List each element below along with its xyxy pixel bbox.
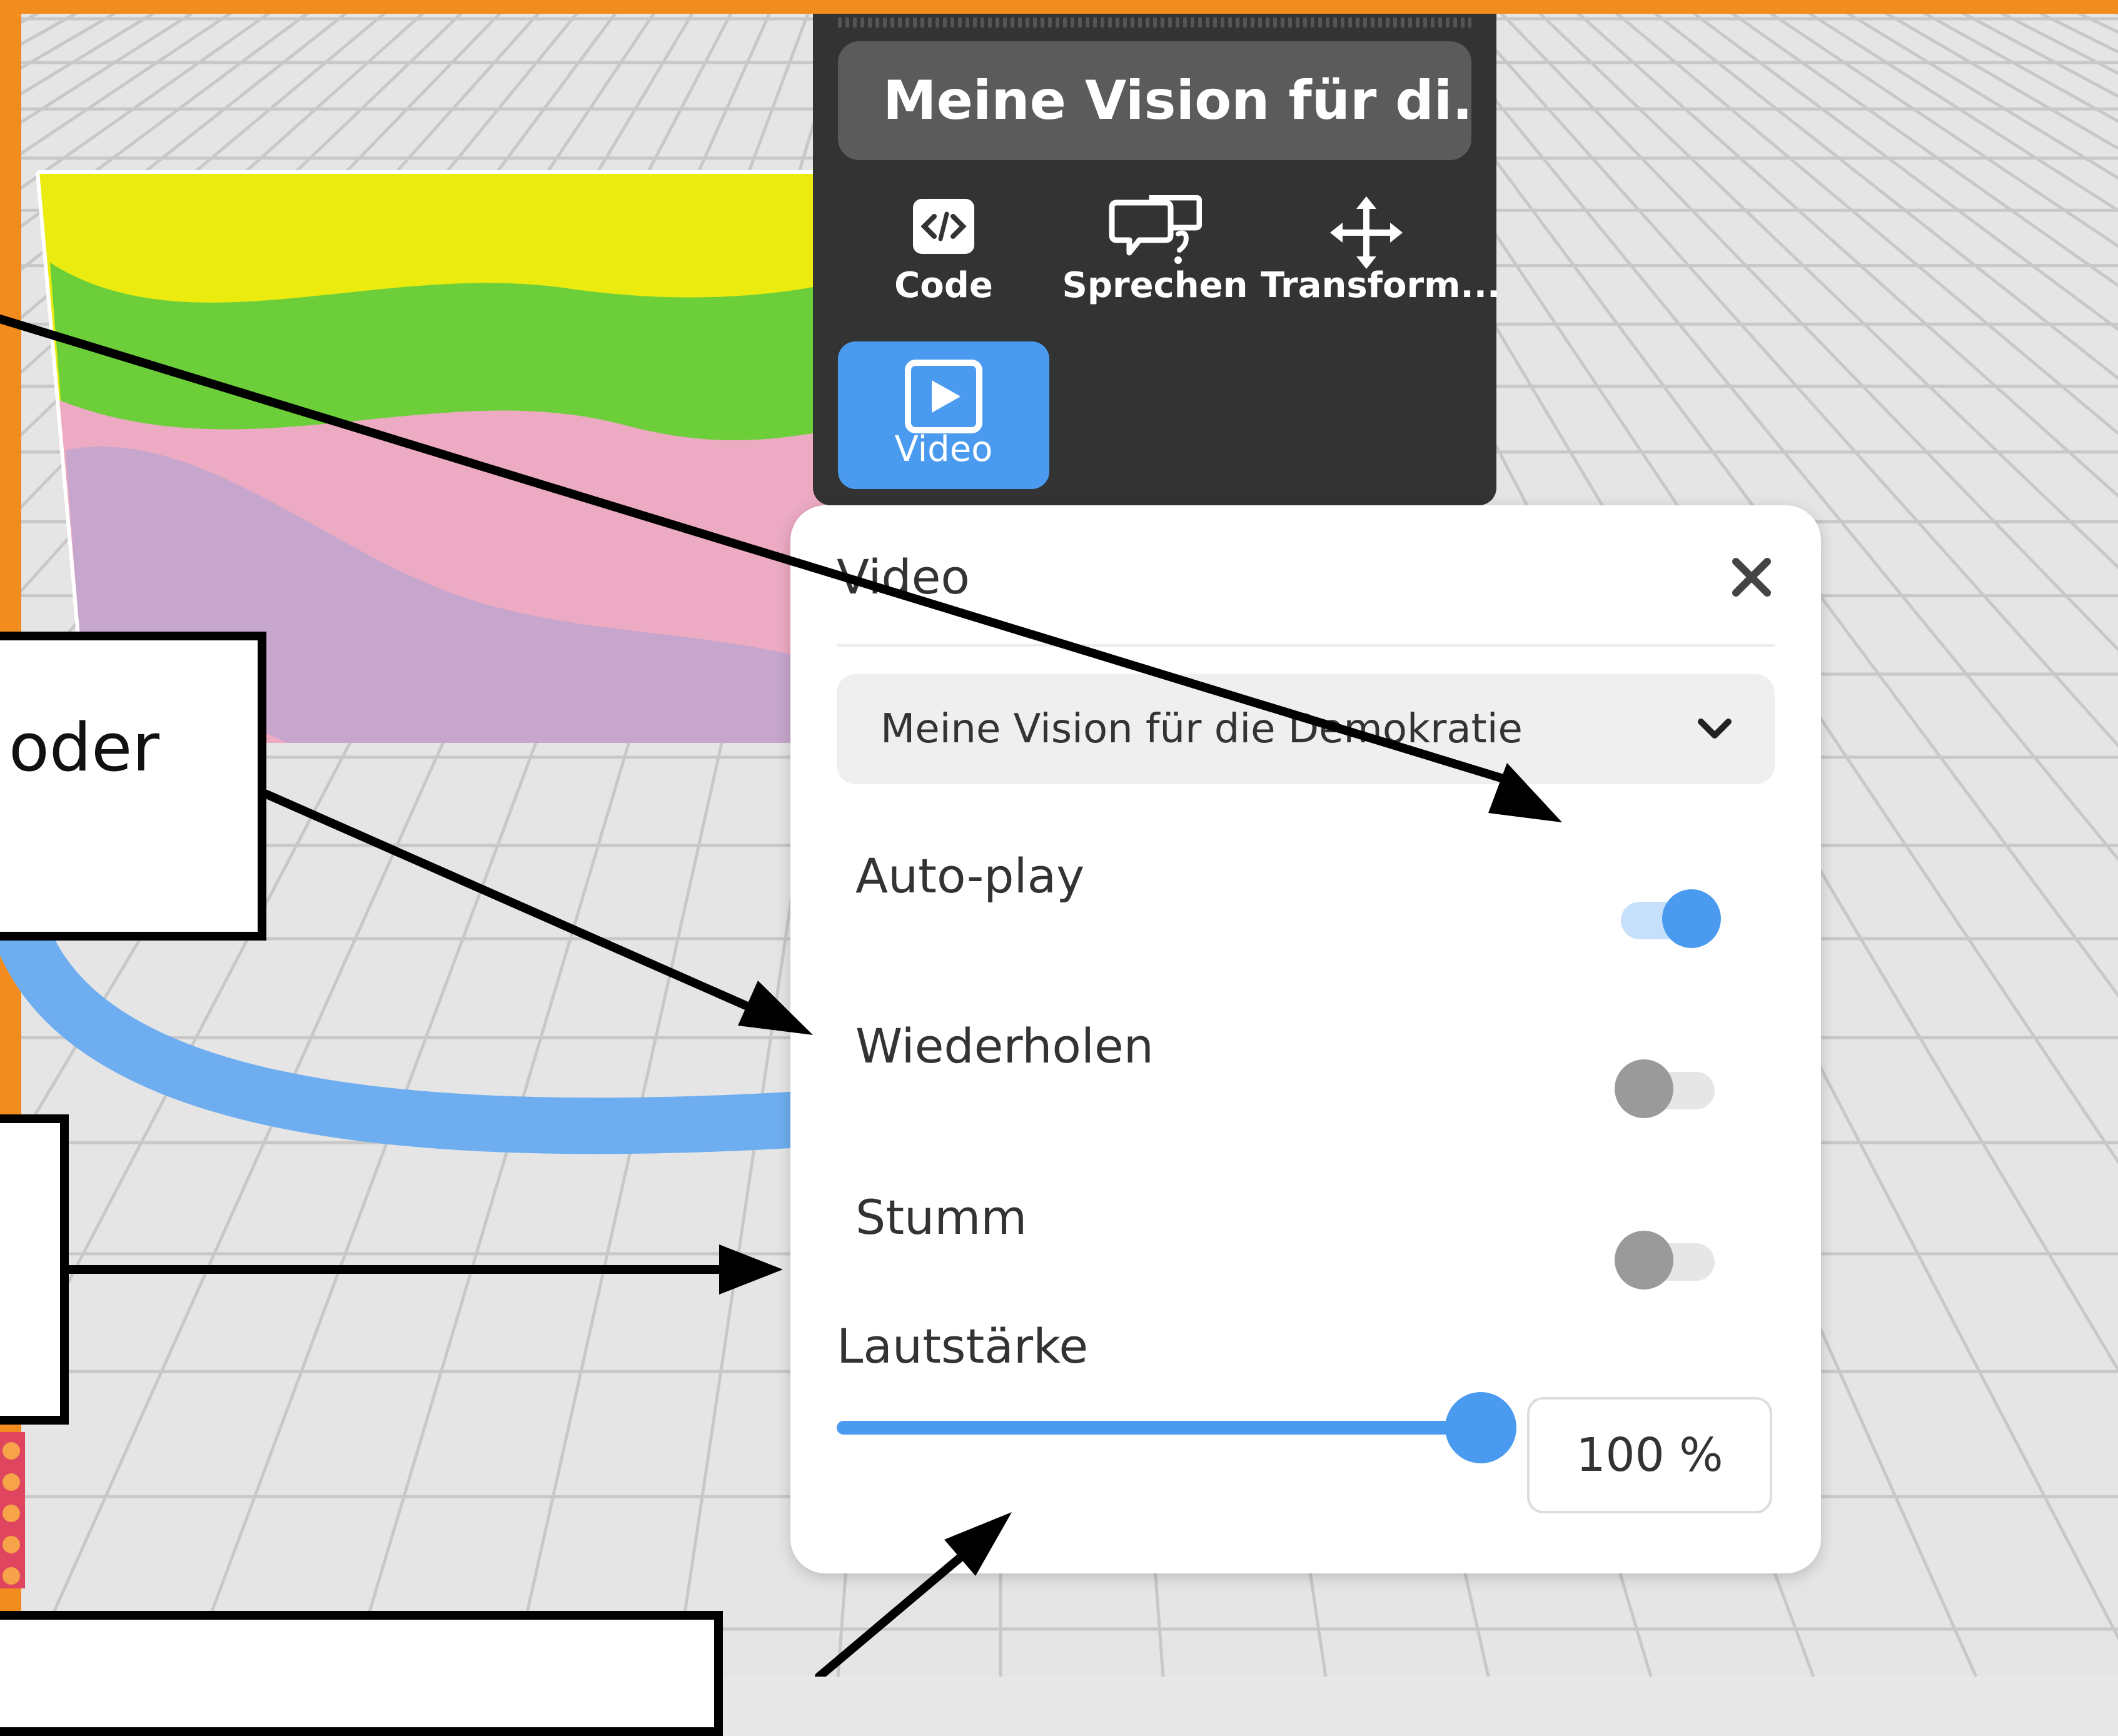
toggle-knob — [1615, 1059, 1673, 1118]
mute-label: Stumm — [855, 1189, 1027, 1245]
play-video-icon — [905, 360, 982, 433]
tool-transform-button[interactable]: Transform... — [1261, 178, 1501, 325]
panel-title: Video — [837, 549, 970, 605]
video-select-value: Meine Vision für die Demokratie — [880, 706, 1523, 752]
code-icon — [913, 199, 974, 254]
volume-label: Lautstärke — [837, 1318, 1089, 1374]
slider-handle[interactable] — [1445, 1392, 1516, 1463]
object-toolbar: Meine Vision für di... Code Sprechen Tra… — [813, 14, 1501, 505]
divider — [837, 644, 1775, 647]
toggle-knob — [1615, 1231, 1673, 1289]
drag-handle[interactable] — [838, 18, 1471, 28]
repeat-label: Wiederholen — [855, 1018, 1154, 1074]
tool-code-button[interactable]: Code — [838, 178, 1049, 325]
toggle-knob — [1662, 889, 1721, 948]
video-settings-panel: Video Meine Vision für die Demokratie Au… — [790, 505, 1821, 1573]
autoplay-toggle[interactable] — [1615, 883, 1721, 948]
tool-transform-label: Transform... — [1261, 265, 1501, 306]
move-arrows-icon — [1330, 196, 1403, 269]
callout-text: oder — [9, 709, 159, 786]
tool-speak-button[interactable]: Sprechen — [1049, 178, 1261, 325]
speech-bubble-icon — [1109, 195, 1202, 264]
video-select-dropdown[interactable]: Meine Vision für die Demokratie — [837, 674, 1775, 784]
tool-speak-label: Sprechen — [1062, 265, 1248, 306]
slider-fill — [837, 1421, 1481, 1435]
callout-box-middle — [0, 1114, 69, 1425]
mute-toggle[interactable] — [1615, 1224, 1721, 1289]
tool-video-button[interactable]: Video — [838, 341, 1049, 489]
tool-code-label: Code — [894, 265, 993, 306]
volume-slider[interactable] — [837, 1385, 1516, 1472]
chevron-down-icon — [1698, 719, 1732, 739]
object-title[interactable]: Meine Vision für di... — [838, 41, 1471, 160]
repeat-toggle[interactable] — [1615, 1053, 1721, 1118]
tool-video-label: Video — [894, 429, 993, 470]
close-icon[interactable] — [1723, 549, 1780, 605]
volume-value-input[interactable]: 100 % — [1527, 1397, 1772, 1513]
callout-box-top: oder — [0, 632, 266, 941]
autoplay-label: Auto-play — [855, 848, 1085, 904]
callout-box-bottom — [0, 1611, 723, 1736]
